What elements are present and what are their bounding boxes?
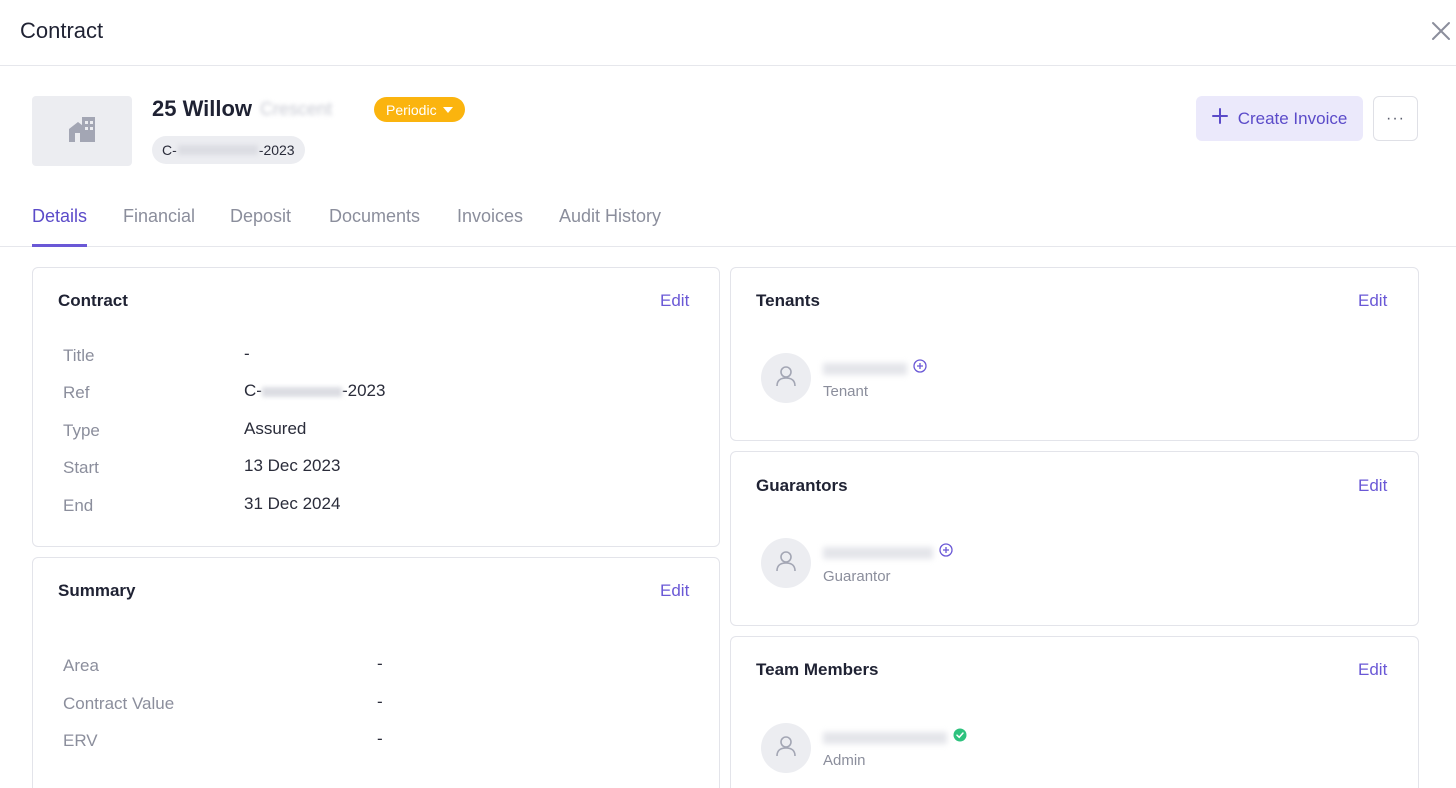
- ref-value: C- -2023: [244, 381, 385, 401]
- contract-edit-link[interactable]: Edit: [660, 291, 689, 311]
- plus-circle-icon[interactable]: [939, 543, 953, 562]
- avatar: [761, 723, 811, 773]
- property-name: 25 Willow Crescent: [152, 96, 332, 122]
- team-members-card: Team Members Edit Admin: [730, 636, 1419, 788]
- create-invoice-button[interactable]: Create Invoice: [1196, 96, 1363, 141]
- tenant-name-redacted: [823, 362, 907, 375]
- contract-card-title: Contract: [58, 291, 128, 310]
- field-value: -: [377, 654, 383, 673]
- tab-audit-history[interactable]: Audit History: [559, 206, 661, 247]
- field-label: Ref: [63, 383, 90, 402]
- field-value: -: [244, 344, 250, 363]
- ref-suffix: -2023: [258, 142, 295, 158]
- field-value: -: [377, 729, 383, 748]
- field-label: Start: [63, 458, 99, 477]
- property-thumbnail: [32, 96, 132, 166]
- team-member-role: Admin: [823, 752, 866, 769]
- ref-value-suffix: -2023: [341, 381, 386, 400]
- building-icon: [67, 115, 97, 148]
- avatar: [761, 353, 811, 403]
- avatar: [761, 538, 811, 588]
- field-value: Assured: [244, 419, 307, 438]
- status-dropdown[interactable]: Periodic: [374, 97, 465, 122]
- team-member-name[interactable]: [823, 728, 967, 747]
- modal-title: Contract: [20, 18, 104, 43]
- status-label: Periodic: [386, 101, 437, 118]
- summary-card-title: Summary: [58, 581, 136, 600]
- field-label: Contract Value: [63, 694, 175, 713]
- field-label: Type: [63, 421, 100, 440]
- more-options-button[interactable]: ···: [1373, 96, 1418, 141]
- tab-deposit[interactable]: Deposit: [230, 206, 291, 247]
- ref-redacted: [177, 145, 258, 155]
- verified-check-icon: [953, 728, 967, 747]
- tab-invoices[interactable]: Invoices: [457, 206, 523, 247]
- guarantors-edit-link[interactable]: Edit: [1358, 476, 1387, 496]
- field-label: Area: [63, 656, 99, 675]
- guarantors-card-title: Guarantors: [756, 476, 848, 495]
- ellipsis-icon: ···: [1386, 109, 1405, 127]
- team-member-name-redacted: [823, 731, 947, 744]
- ref-value-redacted: [261, 386, 342, 397]
- ref-prefix: C-: [162, 142, 177, 158]
- guarantor-name[interactable]: [823, 543, 953, 562]
- caret-down-icon: [442, 106, 453, 113]
- tab-bar: Details Financial Deposit Documents Invo…: [0, 190, 1456, 247]
- property-name-text: 25 Willow: [152, 96, 253, 121]
- tenant-name[interactable]: [823, 359, 927, 378]
- tab-details[interactable]: Details: [32, 206, 88, 247]
- reference-chip: C- -2023: [152, 136, 305, 164]
- contract-card: Contract Edit Title - Ref C- -2023 Type A…: [32, 267, 720, 547]
- guarantors-card: Guarantors Edit Guarantor: [730, 451, 1419, 626]
- summary-edit-link[interactable]: Edit: [660, 581, 689, 601]
- plus-circle-icon[interactable]: [913, 359, 927, 378]
- tenants-edit-link[interactable]: Edit: [1358, 291, 1387, 311]
- user-icon: [776, 735, 796, 762]
- field-label: End: [63, 496, 94, 515]
- tab-documents[interactable]: Documents: [329, 206, 420, 247]
- ref-value-prefix: C-: [244, 381, 262, 400]
- team-card-title: Team Members: [756, 660, 879, 679]
- field-label: Title: [63, 346, 95, 365]
- user-icon: [776, 365, 796, 392]
- field-value: -: [377, 692, 383, 711]
- field-value: 13 Dec 2023: [244, 456, 341, 475]
- tenant-role: Tenant: [823, 383, 869, 400]
- summary-card: Summary Edit Area - Contract Value - ERV…: [32, 557, 720, 788]
- modal-header: Contract: [0, 0, 1456, 66]
- tab-financial[interactable]: Financial: [123, 206, 195, 247]
- guarantor-role: Guarantor: [823, 568, 891, 585]
- create-invoice-label: Create Invoice: [1237, 108, 1348, 128]
- field-label: ERV: [63, 731, 98, 750]
- property-name-redacted: Crescent: [260, 98, 333, 119]
- user-icon: [776, 550, 796, 577]
- team-edit-link[interactable]: Edit: [1358, 660, 1387, 680]
- guarantor-name-redacted: [823, 546, 933, 559]
- field-value: 31 Dec 2024: [244, 494, 341, 513]
- tenants-card: Tenants Edit Tenant: [730, 267, 1419, 441]
- tenants-card-title: Tenants: [756, 291, 820, 310]
- close-icon[interactable]: [1428, 18, 1454, 44]
- plus-icon: [1211, 108, 1228, 129]
